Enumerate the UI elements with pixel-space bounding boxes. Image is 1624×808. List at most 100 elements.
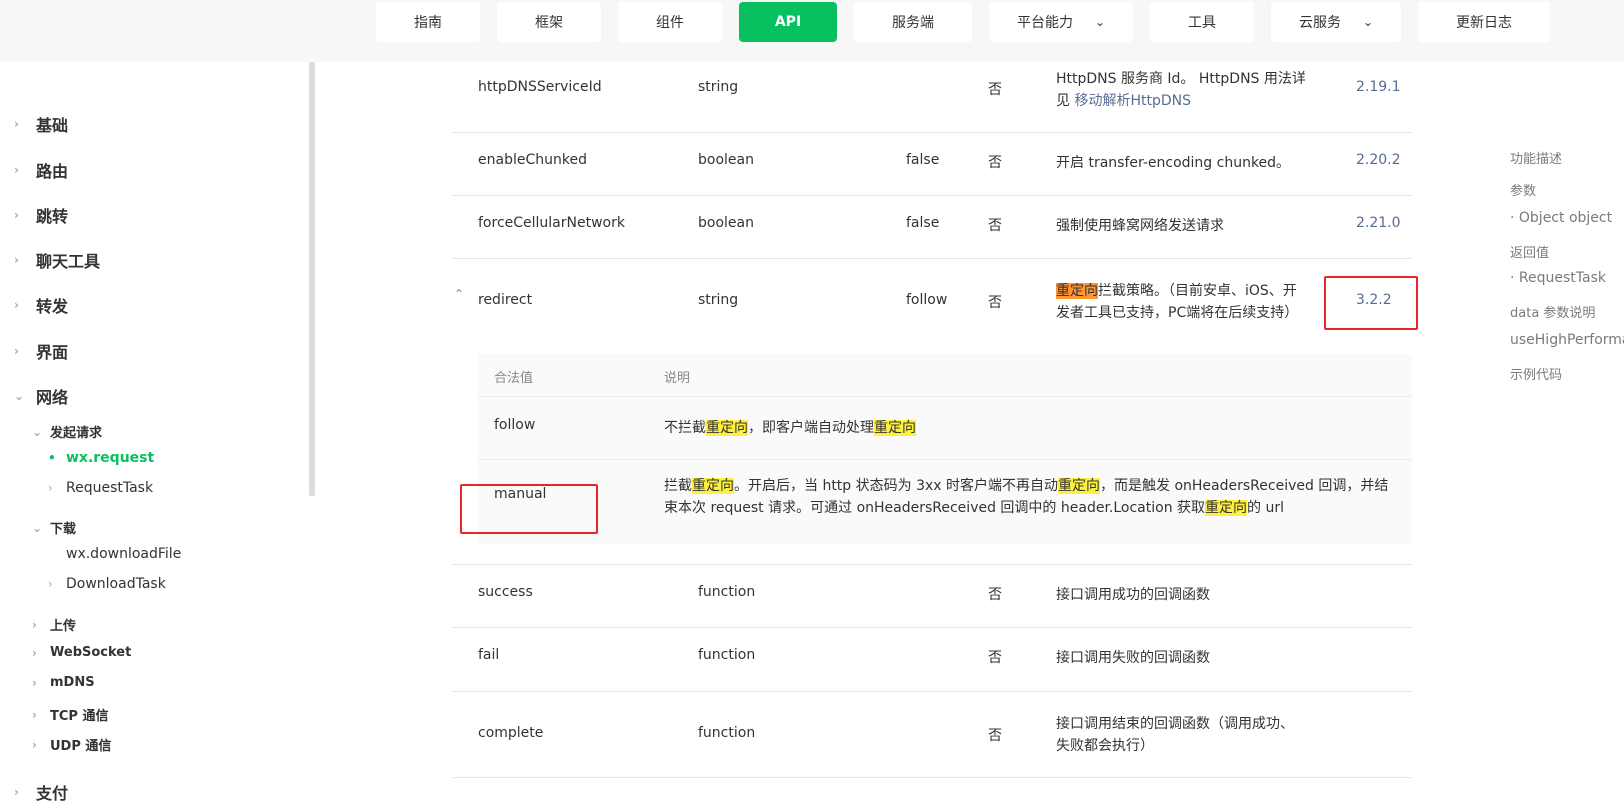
sidebar-item-upload[interactable]: › 上传: [32, 615, 76, 635]
table-row: forceCellularNetwork boolean false 否 强制使…: [452, 195, 1412, 259]
param-desc: 强制使用蜂窝网络发送请求: [1056, 218, 1224, 234]
sidebar-item-websocket[interactable]: › WebSocket: [32, 645, 131, 660]
toc-item[interactable]: 返回值: [1510, 242, 1549, 261]
param-name: complete: [478, 725, 544, 741]
sidebar-item-download-task[interactable]: › DownloadTask: [48, 576, 166, 592]
chevron-right-icon: ›: [48, 577, 53, 591]
table-row: complete function 否 接口调用结束的回调函数（调用成功、失败都…: [452, 691, 1412, 778]
table-row: enableChunked boolean false 否 开启 transfe…: [452, 132, 1412, 196]
sidebar-item-routing[interactable]: › 路由: [14, 158, 68, 182]
chevron-right-icon: ›: [14, 117, 19, 131]
highlight-current: 重定向: [1056, 283, 1098, 299]
httpdns-link[interactable]: 移动解析HttpDNS: [1074, 93, 1191, 109]
sidebar-item-mdns[interactable]: › mDNS: [32, 675, 95, 690]
param-name: forceCellularNetwork: [478, 215, 625, 231]
toc-item[interactable]: data 参数说明: [1510, 302, 1595, 321]
tab-cloud-label: 云服务: [1298, 15, 1341, 31]
sidebar-item-ui[interactable]: › 界面: [14, 339, 68, 363]
param-type: string: [698, 292, 739, 308]
chevron-down-icon: ⌄: [1094, 15, 1106, 29]
param-required: 否: [988, 295, 1002, 311]
chevron-right-icon: ›: [32, 617, 37, 632]
sidebar-item-download[interactable]: ⌄ 下载: [32, 518, 76, 538]
tab-api-label: API: [774, 14, 802, 30]
chevron-down-icon: ⌄: [32, 424, 43, 439]
toc-item[interactable]: 参数: [1510, 180, 1536, 199]
chevron-right-icon: ›: [14, 298, 19, 312]
sidebar-scrollbar[interactable]: [309, 62, 315, 496]
header-value: 合法值: [494, 371, 534, 386]
sidebar-item-initiate-request[interactable]: ⌄ 发起请求: [32, 422, 102, 442]
param-type: function: [698, 584, 756, 600]
sidebar-item-navigate[interactable]: › 跳转: [14, 203, 68, 227]
chevron-right-icon: ›: [14, 163, 19, 177]
param-default: false: [906, 152, 940, 168]
param-required: 否: [988, 155, 1002, 171]
annotation-box-version: [1324, 276, 1418, 330]
value-follow: follow: [494, 417, 536, 433]
chevron-up-icon[interactable]: ⌃: [454, 287, 464, 301]
chevron-right-icon: ›: [14, 208, 19, 222]
param-desc: 重定向拦截策略。（目前安卓、iOS、开发者工具已支持，PC端将在后续支持）: [1056, 283, 1299, 321]
sidebar-item-basics[interactable]: › 基础: [14, 112, 68, 136]
param-type: boolean: [698, 215, 754, 231]
sidebar-item-forward[interactable]: › 转发: [14, 293, 68, 317]
param-version[interactable]: 2.20.2: [1356, 152, 1401, 168]
param-name: enableChunked: [478, 152, 587, 168]
subtable-header: 合法值 说明: [478, 354, 1412, 397]
param-name: httpDNSServiceId: [478, 79, 602, 95]
tab-framework[interactable]: 框架: [497, 2, 601, 42]
chevron-right-icon: ›: [48, 481, 53, 495]
tab-changelog-label: 更新日志: [1456, 15, 1512, 31]
chevron-right-icon: ›: [32, 645, 37, 660]
sidebar: › 基础 › 路由 › 跳转 › 聊天工具 › 转发 › 界面 ⌄ 网络 ⌄ 发起请求 • wx.…: [0, 62, 316, 808]
param-version[interactable]: 2.21.0: [1356, 215, 1401, 231]
param-desc: 接口调用结束的回调函数（调用成功、失败都会执行）: [1056, 716, 1294, 754]
tab-api[interactable]: API: [739, 2, 837, 42]
param-type: function: [698, 647, 756, 663]
toc-item[interactable]: useHighPerforma: [1510, 332, 1624, 348]
sidebar-item-network[interactable]: ⌄ 网络: [14, 384, 68, 408]
param-default: false: [906, 215, 940, 231]
param-desc: 接口调用成功的回调函数: [1056, 587, 1210, 603]
tab-tools[interactable]: 工具: [1150, 2, 1254, 42]
sidebar-item-request-task[interactable]: › RequestTask: [48, 480, 153, 496]
tab-components[interactable]: 组件: [618, 2, 722, 42]
param-name: fail: [478, 647, 500, 663]
chevron-right-icon: ›: [14, 253, 19, 267]
table-row: fail function 否 接口调用失败的回调函数: [452, 627, 1412, 692]
tab-components-label: 组件: [656, 15, 684, 31]
sidebar-item-chat-tools[interactable]: › 聊天工具: [14, 248, 100, 272]
param-required: 否: [988, 587, 1002, 603]
param-required: 否: [988, 728, 1002, 744]
param-version[interactable]: 2.19.1: [1356, 79, 1401, 95]
sidebar-item-wx-download-file[interactable]: wx.downloadFile: [48, 546, 181, 562]
chevron-down-icon: ⌄: [32, 520, 43, 535]
param-desc: 开启 transfer-encoding chunked。: [1056, 155, 1291, 171]
tab-guide-label: 指南: [414, 15, 442, 31]
param-type: boolean: [698, 152, 754, 168]
tab-changelog[interactable]: 更新日志: [1418, 2, 1550, 42]
toc-item[interactable]: · Object object: [1510, 210, 1612, 226]
tab-cloud-services[interactable]: 云服务 ⌄: [1271, 2, 1401, 42]
param-required: 否: [988, 650, 1002, 666]
toc-item[interactable]: 功能描述: [1510, 148, 1562, 167]
bullet-icon: •: [48, 451, 56, 465]
param-required: 否: [988, 82, 1002, 98]
tab-server[interactable]: 服务端: [854, 2, 972, 42]
param-required: 否: [988, 218, 1002, 234]
sidebar-item-tcp[interactable]: › TCP 通信: [32, 705, 108, 725]
tab-platform-capabilities[interactable]: 平台能力 ⌄: [989, 2, 1133, 42]
top-nav-bar: 指南 框架 组件 API 服务端 平台能力 ⌄ 工具 云服务 ⌄ 更新日志: [0, 0, 1624, 62]
sidebar-item-wx-request[interactable]: • wx.request: [48, 450, 154, 466]
sidebar-item-udp[interactable]: › UDP 通信: [32, 735, 111, 755]
toc-item[interactable]: · RequestTask: [1510, 270, 1606, 286]
tab-guide[interactable]: 指南: [376, 2, 480, 42]
chevron-right-icon: ›: [32, 737, 37, 752]
param-desc: HttpDNS 服务商 Id。 HttpDNS 用法详见 移动解析HttpDNS: [1056, 71, 1306, 109]
sidebar-item-payment[interactable]: › 支付: [14, 780, 68, 804]
toc-item[interactable]: 示例代码: [1510, 364, 1562, 383]
chevron-right-icon: ›: [32, 675, 37, 690]
subtable-row-follow: follow 不拦截重定向，即客户端自动处理重定向: [478, 397, 1412, 460]
chevron-down-icon: ⌄: [1362, 15, 1374, 29]
